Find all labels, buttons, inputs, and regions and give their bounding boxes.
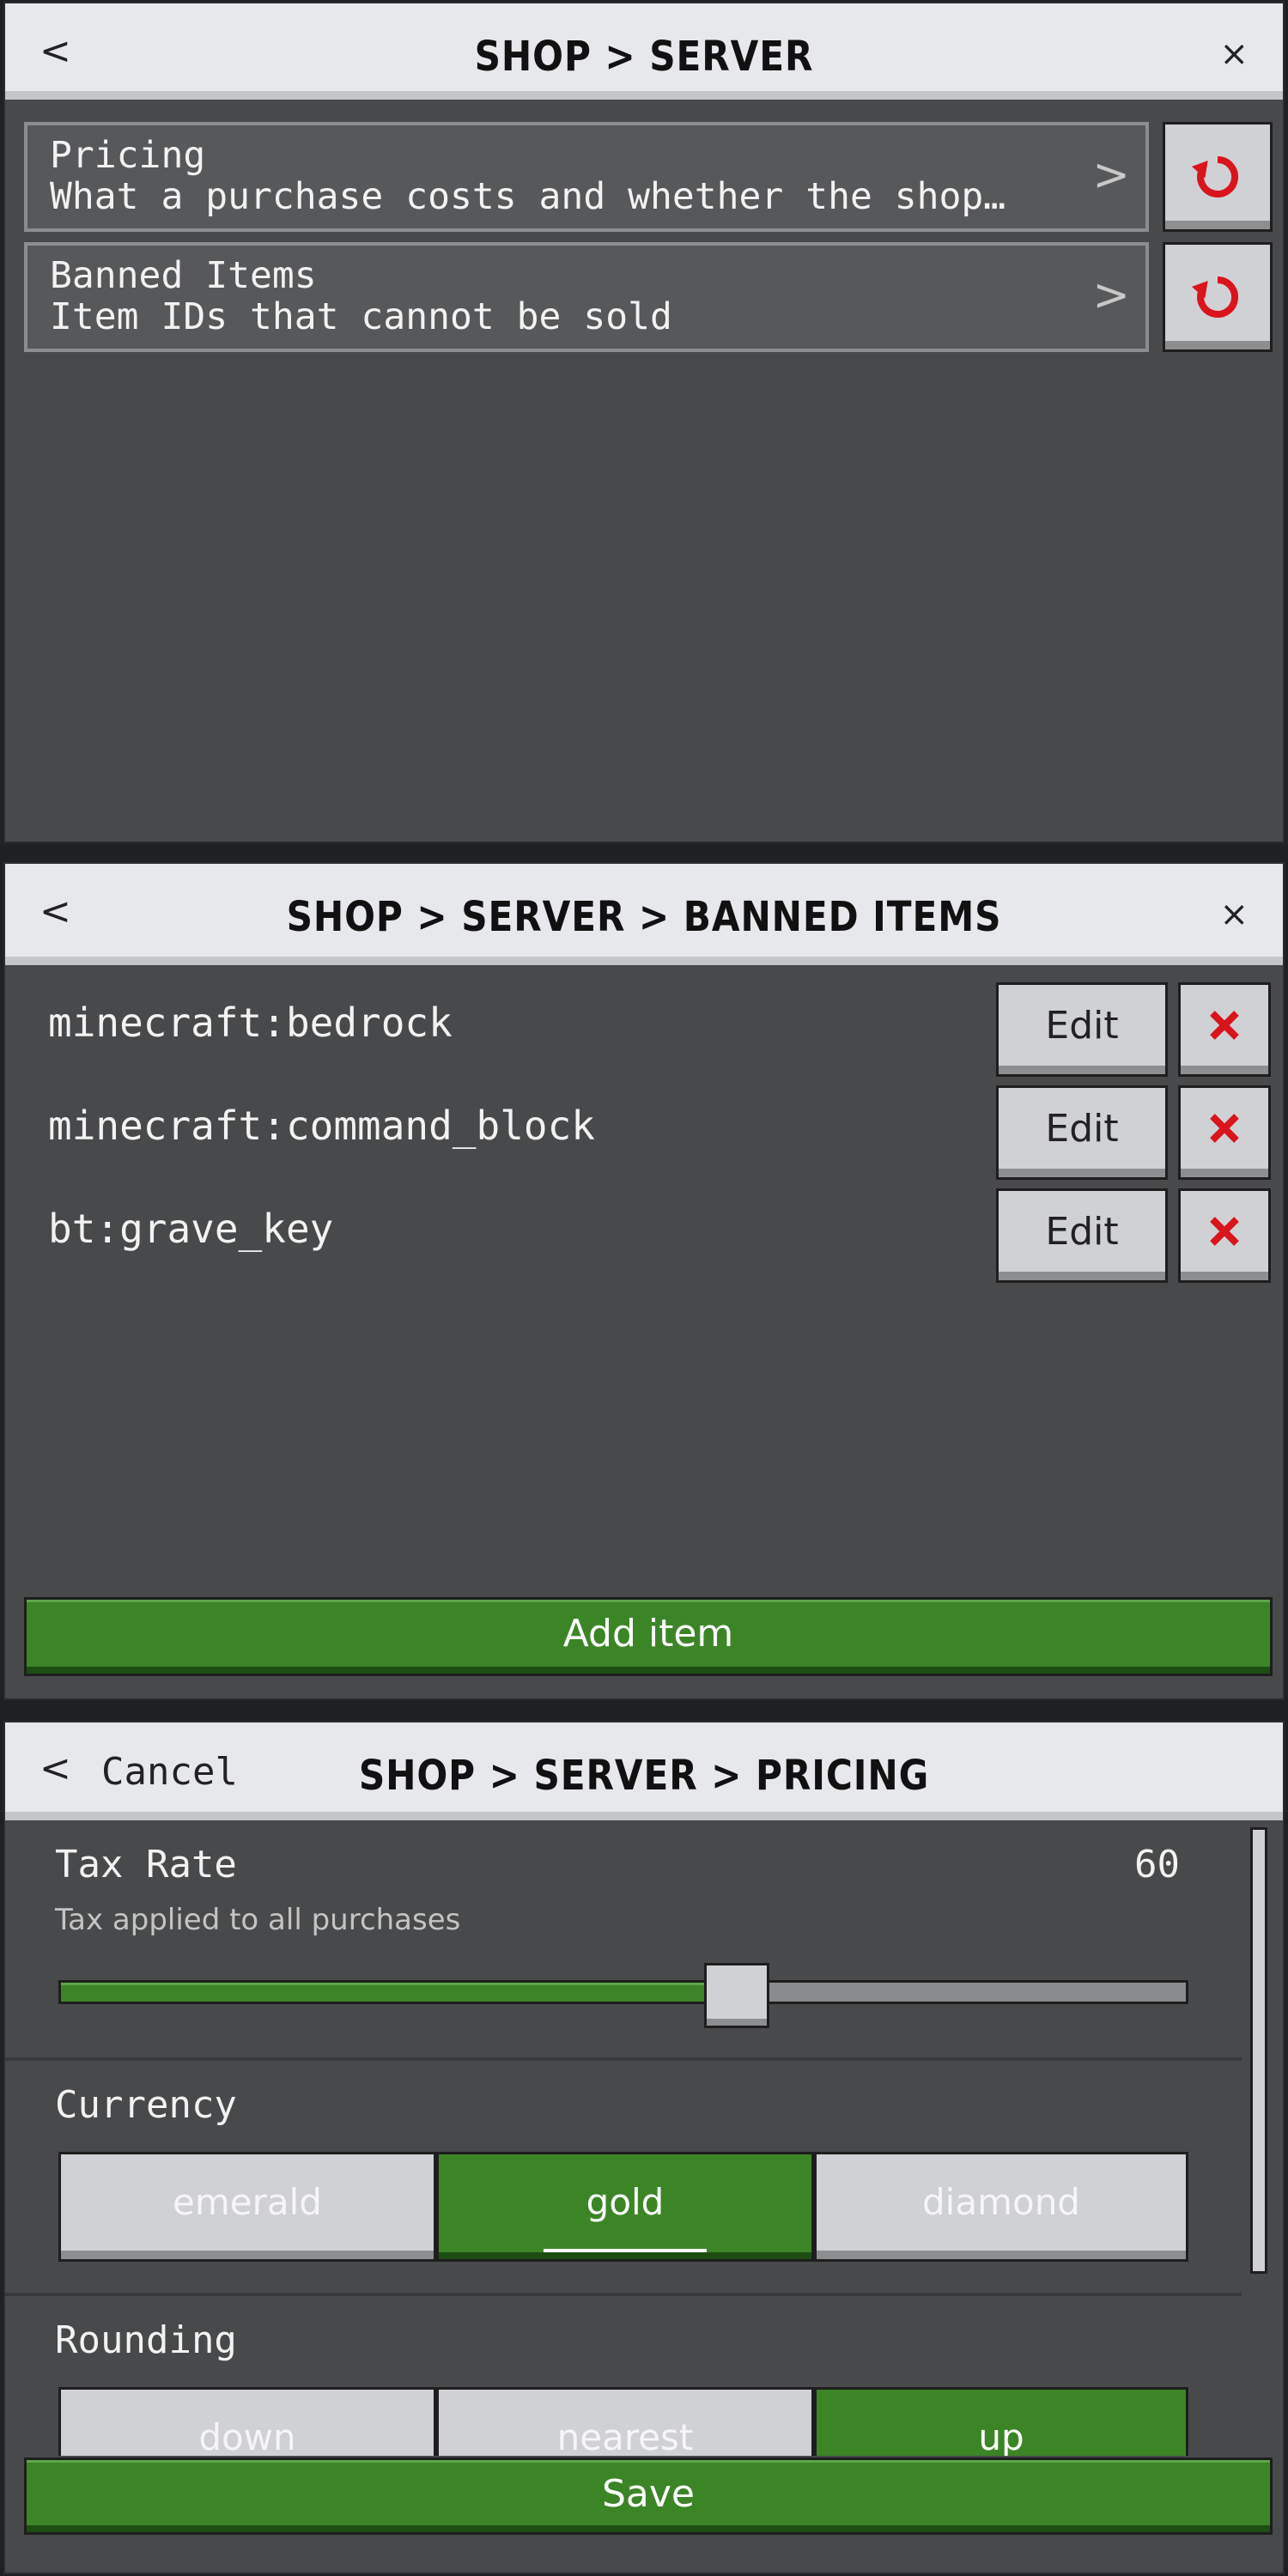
back-chevron-icon[interactable]: < <box>39 1747 71 1790</box>
delete-x-icon <box>1210 1114 1239 1143</box>
edit-button[interactable]: Edit <box>996 1188 1168 1283</box>
tax-rate-label: Tax Rate <box>55 1843 237 1886</box>
item-id: minecraft:command_block <box>48 1103 595 1149</box>
slider-fill <box>61 1983 736 2002</box>
item-id: minecraft:bedrock <box>48 999 453 1046</box>
currency-label: Currency <box>55 2083 237 2127</box>
category-title: Pricing <box>50 134 206 177</box>
currency-option-gold[interactable]: gold <box>436 2152 814 2262</box>
rounding-label: Rounding <box>55 2318 237 2362</box>
category-subtitle: What a purchase costs and whether the sh… <box>50 175 1006 218</box>
server-panel: < SHOP > SERVER × Pricing What a purchas… <box>3 2 1285 843</box>
delete-x-icon <box>1210 1011 1239 1040</box>
delete-button[interactable] <box>1178 1085 1271 1180</box>
delete-button[interactable] <box>1178 982 1271 1077</box>
reset-banned-items-button[interactable] <box>1163 242 1273 352</box>
banned-items-header: < SHOP > SERVER > BANNED ITEMS × <box>5 864 1283 965</box>
item-id: bt:grave_key <box>48 1206 334 1252</box>
edit-button[interactable]: Edit <box>996 1085 1168 1180</box>
tax-rate-description: Tax applied to all purchases <box>55 1903 461 1937</box>
save-button[interactable]: Save <box>24 2458 1273 2535</box>
settings-scroll-area[interactable]: Tax Rate 60 Tax applied to all purchases… <box>5 1820 1283 2456</box>
divider <box>5 2293 1242 2296</box>
close-icon[interactable]: × <box>1219 895 1249 934</box>
currency-option-diamond[interactable]: diamond <box>814 2152 1188 2262</box>
reset-icon <box>1192 155 1239 197</box>
back-chevron-icon[interactable]: < <box>39 29 71 73</box>
close-icon[interactable]: × <box>1219 34 1249 74</box>
list-item: bt:grave_key Edit <box>5 1188 1283 1283</box>
category-title: Banned Items <box>50 254 317 297</box>
chevron-right-icon: > <box>1092 149 1130 201</box>
back-chevron-icon[interactable]: < <box>39 890 71 933</box>
category-banned-items[interactable]: Banned Items Item IDs that cannot be sol… <box>24 242 1149 352</box>
rounding-option-up[interactable]: up <box>814 2387 1188 2456</box>
reset-icon <box>1192 276 1239 318</box>
currency-option-emerald[interactable]: emerald <box>58 2152 436 2262</box>
edit-button[interactable]: Edit <box>996 982 1168 1077</box>
reset-pricing-button[interactable] <box>1163 122 1273 232</box>
category-subtitle: Item IDs that cannot be sold <box>50 295 672 338</box>
rounding-option-down[interactable]: down <box>58 2387 436 2456</box>
list-item: minecraft:bedrock Edit <box>5 982 1283 1077</box>
tax-rate-value: 60 <box>1134 1843 1180 1886</box>
page-title: SHOP > SERVER > PRICING <box>358 1752 930 1800</box>
delete-button[interactable] <box>1178 1188 1271 1283</box>
slider-thumb[interactable] <box>703 1963 769 2028</box>
server-header: < SHOP > SERVER × <box>5 3 1283 100</box>
delete-x-icon <box>1210 1217 1239 1246</box>
category-pricing[interactable]: Pricing What a purchase costs and whethe… <box>24 122 1149 232</box>
banned-items-panel: < SHOP > SERVER > BANNED ITEMS × minecra… <box>3 862 1285 1700</box>
list-item: minecraft:command_block Edit <box>5 1085 1283 1180</box>
scrollbar[interactable] <box>1250 1827 1267 2274</box>
pricing-panel: < Cancel SHOP > SERVER > PRICING Tax Rat… <box>3 1721 1285 2574</box>
tax-rate-slider[interactable] <box>58 1980 1188 2004</box>
chevron-right-icon: > <box>1092 270 1130 321</box>
page-title: SHOP > SERVER <box>474 33 814 81</box>
page-title: SHOP > SERVER > BANNED ITEMS <box>286 893 1002 941</box>
divider <box>5 2057 1242 2061</box>
rounding-option-nearest[interactable]: nearest <box>436 2387 814 2456</box>
add-item-button[interactable]: Add item <box>24 1597 1273 1676</box>
pricing-header: < Cancel SHOP > SERVER > PRICING <box>5 1722 1283 1820</box>
